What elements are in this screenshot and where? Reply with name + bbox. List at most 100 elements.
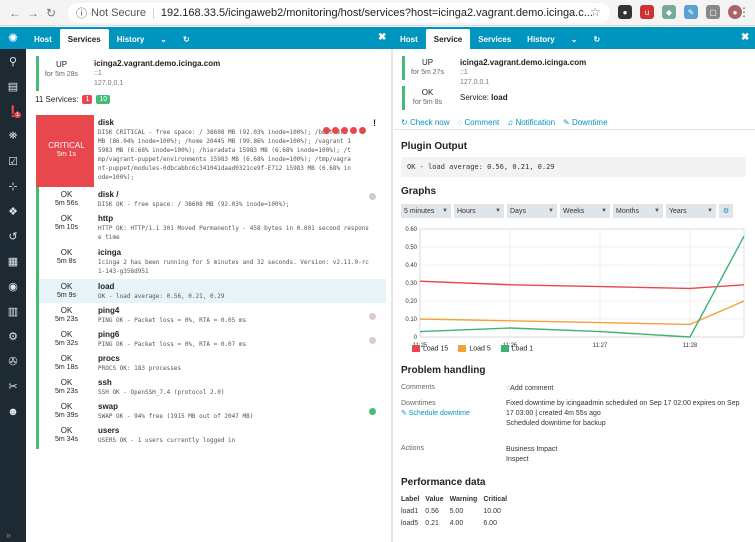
service-output: USERS OK - 1 users currently logged in [98,437,236,444]
search-icon[interactable]: ⚲ [0,49,26,74]
plugin-output-heading: Plugin Output [401,141,468,152]
timerange-select-5min[interactable]: 5 minutes ▼ [401,204,451,218]
wrench-icon[interactable]: ✂ [0,374,26,399]
table-row[interactable]: OK 5m 23s ssh SSH OK - OpenSSH_7.4 (protoc… [36,375,386,399]
ublock-icon[interactable]: u [640,5,654,19]
table-row[interactable]: CRITICAL 5m 1s disk DISK CRITICAL - free… [36,115,386,187]
address-bar[interactable]: ⓘ Not Secure | 192.168.33.5/icingaweb2/m… [68,3,610,23]
pane-divider[interactable] [391,49,393,542]
extensions: ● u ◆ ✎ ▢ ● [618,5,742,19]
notification-button[interactable]: ♫ Notification [507,118,555,127]
host-state-since: for 5m 28s [44,71,79,78]
legend-swatch [458,345,467,352]
bookmark-star-icon[interactable]: ☆ [590,5,601,19]
close-right-pane-icon[interactable]: ✖ [741,32,749,43]
left-tab-bar: Host Services History ⌄ ↻ ✖ [26,27,392,49]
business-process-icon[interactable]: ❖ [0,199,26,224]
table-row[interactable]: OK 5m 32s ping6 PING OK - Packet loss = 0%… [36,327,386,351]
extension-icon[interactable]: ✎ [684,5,698,19]
ok-count-badge[interactable]: 10 [96,95,111,104]
more-tabs-icon[interactable]: ⌄ [152,29,175,49]
dashboard-icon[interactable]: ▤ [0,74,26,99]
refresh-icon[interactable]: ↻ [585,29,608,49]
business-impact-link[interactable]: Business Impact [506,446,557,453]
tab-host[interactable]: Host [26,29,60,49]
table-row[interactable]: OK 5m 39s swap SWAP OK - 94% free (1915 MB… [36,399,386,423]
maps-icon[interactable]: ◉ [0,274,26,299]
series-line-load-15 [419,280,745,290]
close-left-pane-icon[interactable]: ✖ [378,32,386,43]
timerange-select-days[interactable]: Days ▼ [507,204,557,218]
service-output: PING OK - Packet loss = 0%, RTA = 0.07 m… [98,341,247,348]
table-row[interactable]: OK 5m 23s ping4 PING OK - Packet loss = 0%… [36,303,386,327]
series-line-load-5 [419,300,745,326]
documentation-icon[interactable]: ▥ [0,299,26,324]
graph-legend: Load 15 Load 5 Load 1 [412,345,533,352]
perfdata-pie-icon [369,313,376,320]
service-summary: 11 Services: 1 10 [35,95,111,104]
tab-service[interactable]: Service [425,29,471,49]
table-row[interactable]: OK 5m 10s http HTTP OK: HTTP/1.1 301 Moved… [36,211,386,245]
table-row[interactable]: OK 5m 56s disk / DISK OK - free space: / 3… [36,187,386,211]
reporting-icon[interactable]: ▦ [0,249,26,274]
refresh-icon[interactable]: ↻ [175,29,198,49]
icinga-logo[interactable]: ✺ [0,27,26,49]
detail-service-name: load [491,93,508,102]
reload-icon[interactable]: ↻ [42,6,60,20]
tab-history[interactable]: History [519,29,563,49]
configuration-icon[interactable]: ✇ [0,349,26,374]
collapse-sidebar-icon[interactable]: » [6,530,11,540]
table-header: Label Value Warning Critical [401,495,513,506]
legend-item: Load 5 [458,345,491,352]
detail-host-row[interactable]: UP for 5m 27s icinga2.vagrant.demo.icing… [402,56,742,86]
table-row[interactable]: OK 5m 8s icinga Icinga 2 has been running … [36,245,386,279]
history-icon[interactable]: ↺ [0,224,26,249]
timerange-select-months[interactable]: Months ▼ [613,204,663,218]
timerange-select-years[interactable]: Years ▼ [666,204,716,218]
table-cell: 4.00 [449,520,464,527]
extension-icon[interactable]: ● [618,5,632,19]
problems-badge: 1 [14,112,22,118]
url-text[interactable]: 192.168.33.5/icingaweb2/monitoring/host/… [161,7,593,19]
host-header[interactable]: UP for 5m 28s icinga2.vagrant.demo.icing… [36,56,380,91]
add-comment-link[interactable]: ◌Add comment [506,384,746,394]
schedule-downtime-link[interactable]: ✎ Schedule downtime [401,410,470,417]
checks-icon[interactable]: ☑ [0,149,26,174]
user-icon[interactable]: ☻ [0,399,26,424]
tab-history[interactable]: History [109,29,153,49]
column-header: Value [425,496,444,503]
back-icon[interactable]: ← [6,6,24,20]
browser-menu-icon[interactable]: ⋮ [738,5,750,19]
check-now-button[interactable]: ↻ Check now [401,118,450,127]
status-dot-icon [323,127,330,134]
table-row[interactable]: OK 5m 9s load OK - load average: 0.56, 0.2… [36,279,386,303]
more-tabs-icon[interactable]: ⌄ [563,29,586,49]
problems-icon[interactable]: ❗ 1 [0,99,26,124]
forward-icon[interactable]: → [24,6,42,20]
system-icon[interactable]: ⚙ [0,324,26,349]
perfdata-pie-icon [369,193,376,200]
table-row[interactable]: OK 5m 34s users USERS OK - 1 users current… [36,423,386,449]
info-icon[interactable]: ⓘ [76,5,87,21]
load-graph: 00.100.200.300.400.500.6011:25 11:26 11:27… [405,227,745,349]
timerange-select-weeks[interactable]: Weeks ▼ [560,204,610,218]
downtime-entry[interactable]: Fixed downtime by icingaadmin scheduled … [506,399,746,429]
hierarchy-icon[interactable]: ⊹ [0,174,26,199]
tab-services[interactable]: Services [59,29,109,49]
critical-count-badge[interactable]: 1 [82,95,93,104]
timerange-select-hours[interactable]: Hours ▼ [454,204,504,218]
comment-button[interactable]: ◌ Comment [458,118,500,127]
downtime-text: Fixed downtime by icingaadmin scheduled … [506,400,740,417]
extension-icon[interactable]: ◆ [662,5,676,19]
comments-label: Comments [401,384,435,391]
extension-icon[interactable]: ▢ [706,5,720,19]
graph-settings-icon[interactable]: ⚙ [719,204,733,218]
inspect-link[interactable]: Inspect [506,456,529,463]
table-row[interactable]: OK 5m 18s procs PROCS OK: 183 processes [36,351,386,375]
overview-icon[interactable]: ⛯ [0,124,26,149]
service-name: icinga [98,248,122,257]
tab-host[interactable]: Host [392,29,426,49]
status-dot-icon [359,127,366,134]
downtime-button[interactable]: ✎ Downtime [563,118,608,127]
tab-services[interactable]: Services [470,29,519,49]
